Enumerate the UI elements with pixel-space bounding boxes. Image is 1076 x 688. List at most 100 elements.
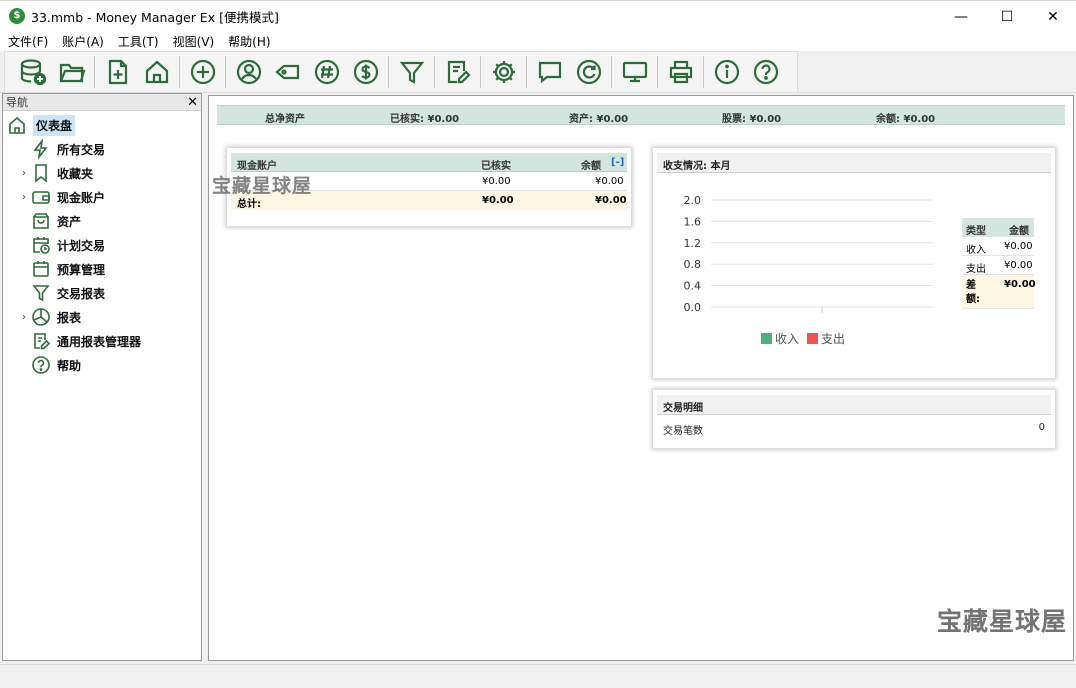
nav-item-label: 计划交易 xyxy=(57,238,106,253)
filter-icon xyxy=(399,61,424,84)
help-button[interactable] xyxy=(748,54,784,90)
toolbar-separator xyxy=(388,56,389,88)
nav-item-label: 资产 xyxy=(57,214,82,229)
new-document-icon xyxy=(108,59,127,85)
tag-icon xyxy=(274,64,299,80)
dashboard-button[interactable] xyxy=(139,54,175,90)
wallet-icon xyxy=(31,187,51,207)
summary-stocks: 股票: ¥0.00 xyxy=(722,114,782,125)
nav-item-report-manager[interactable]: 通用报表管理器 xyxy=(17,329,201,353)
ie-expense-value: ¥0.00 xyxy=(1004,260,1033,271)
print-button[interactable] xyxy=(663,54,699,90)
watermark-text: 宝藏星球屋 xyxy=(212,175,313,197)
new-account-button[interactable] xyxy=(100,54,136,90)
toolbar-separator xyxy=(434,56,435,88)
chat-icon xyxy=(538,61,561,84)
category-button[interactable] xyxy=(309,54,345,90)
income-expense-table: 类型 金额 收入 ¥0.00 支出 ¥0.00 差额: ¥0.00 xyxy=(962,218,1036,309)
col-balance: 余额 xyxy=(581,161,601,172)
feedback-button[interactable] xyxy=(532,54,568,90)
toolbar-separator xyxy=(179,56,180,88)
transactions-count-label: 交易笔数 xyxy=(663,426,703,437)
menu-file[interactable]: 文件(F) xyxy=(0,33,55,50)
y-tick-label: 1.2 xyxy=(684,237,702,250)
nav-item-all-transactions[interactable]: 所有交易 xyxy=(17,137,201,161)
new-transaction-button[interactable] xyxy=(185,54,221,90)
nav-item-label: 交易报表 xyxy=(57,286,106,301)
account-reconciled: ¥0.00 xyxy=(482,176,511,187)
y-tick-label: 0.4 xyxy=(684,280,702,293)
toolbar-separator xyxy=(526,56,527,88)
title-bar: $ 33.mmb - Money Manager Ex [便携模式] — ☐ ✕ xyxy=(0,0,1076,31)
summary-bar: 总净资产 已核实: ¥0.00 资产: ¥0.00 股票: ¥0.00 余额: … xyxy=(217,105,1065,125)
expand-arrow-icon[interactable]: › xyxy=(17,192,31,203)
refresh-button[interactable] xyxy=(571,54,607,90)
menu-help[interactable]: 帮助(H) xyxy=(221,33,277,50)
category-icon xyxy=(314,59,339,85)
nav-item-budget[interactable]: 预算管理 xyxy=(17,257,201,281)
nav-item-reports[interactable]: › 报表 xyxy=(17,305,201,329)
expand-arrow-icon[interactable]: › xyxy=(17,168,31,179)
about-button[interactable] xyxy=(709,54,745,90)
nav-item-dashboard[interactable]: 仪表盘 xyxy=(7,113,201,137)
nav-item-favorites[interactable]: › 收藏夹 xyxy=(17,161,201,185)
menu-account[interactable]: 账户(A) xyxy=(55,33,111,50)
fullscreen-button[interactable] xyxy=(617,54,653,90)
legend-item-expense[interactable]: 支出 xyxy=(807,330,845,347)
nav-item-label: 收藏夹 xyxy=(57,166,94,181)
ie-table-header: 类型 金额 xyxy=(962,218,1034,237)
nav-item-scheduled[interactable]: 计划交易 xyxy=(17,233,201,257)
toolbar-separator xyxy=(94,56,95,88)
legend-item-income[interactable]: 收入 xyxy=(761,330,799,347)
total-reconciled: ¥0.00 xyxy=(482,195,514,206)
settings-icon xyxy=(492,61,515,83)
toolbar-separator xyxy=(657,56,658,88)
filter-button[interactable] xyxy=(394,54,430,90)
nav-item-help[interactable]: 帮助 xyxy=(17,353,201,377)
nav-title: 导航 xyxy=(6,96,28,109)
payee-icon xyxy=(236,59,261,85)
y-tick-label: 2.0 xyxy=(684,194,702,207)
report-editor-icon xyxy=(447,60,471,84)
ie-diff-row: 差额: ¥0.00 xyxy=(962,275,1036,309)
toolbar-separator xyxy=(225,56,226,88)
new-database-button[interactable] xyxy=(15,54,51,90)
y-tick-label: 0.0 xyxy=(684,301,702,314)
close-button[interactable]: ✕ xyxy=(1030,1,1076,32)
open-folder-icon xyxy=(59,63,85,83)
expand-arrow-icon[interactable]: › xyxy=(17,312,31,323)
collapse-toggle[interactable]: [-] xyxy=(611,157,624,168)
nav-item-assets[interactable]: 资产 xyxy=(17,209,201,233)
income-expense-title: 收支情况: 本月 xyxy=(657,153,1051,173)
settings-button[interactable] xyxy=(486,54,522,90)
nav-header: 导航 ✕ xyxy=(3,94,201,111)
nav-item-label: 报表 xyxy=(57,310,82,325)
app-icon: $ xyxy=(9,8,25,24)
y-tick-label: 1.6 xyxy=(684,215,702,228)
bag-icon xyxy=(31,211,51,231)
menu-view[interactable]: 视图(V) xyxy=(166,33,222,50)
nav-item-label: 现金账户 xyxy=(57,190,106,205)
summary-net-assets: 总净资产 xyxy=(265,114,305,125)
col-account: 现金账户 xyxy=(237,161,277,172)
report-editor-button[interactable] xyxy=(440,54,476,90)
payee-button[interactable] xyxy=(231,54,267,90)
currency-button[interactable] xyxy=(348,54,384,90)
add-transaction-icon xyxy=(190,59,215,85)
open-database-button[interactable] xyxy=(54,54,90,90)
account-balance: ¥0.00 xyxy=(595,176,624,187)
window-controls: — ☐ ✕ xyxy=(938,1,1076,32)
maximize-button[interactable]: ☐ xyxy=(984,1,1030,32)
menu-tools[interactable]: 工具(T) xyxy=(111,33,166,50)
minimize-button[interactable]: — xyxy=(938,1,984,32)
ie-diff-label: 差额: xyxy=(966,280,980,305)
calendar-clock-icon xyxy=(31,235,51,255)
accounts-table-header: 现金账户 已核实 余额 [-] xyxy=(231,153,627,172)
nav-item-transaction-report[interactable]: 交易报表 xyxy=(17,281,201,305)
ie-income-value: ¥0.00 xyxy=(1004,241,1033,252)
tag-button[interactable] xyxy=(270,54,306,90)
nav-item-cash-accounts[interactable]: › 现金账户 xyxy=(17,185,201,209)
total-balance: ¥0.00 xyxy=(595,195,627,206)
lightning-icon xyxy=(31,139,51,159)
nav-close-icon[interactable]: ✕ xyxy=(187,95,198,110)
